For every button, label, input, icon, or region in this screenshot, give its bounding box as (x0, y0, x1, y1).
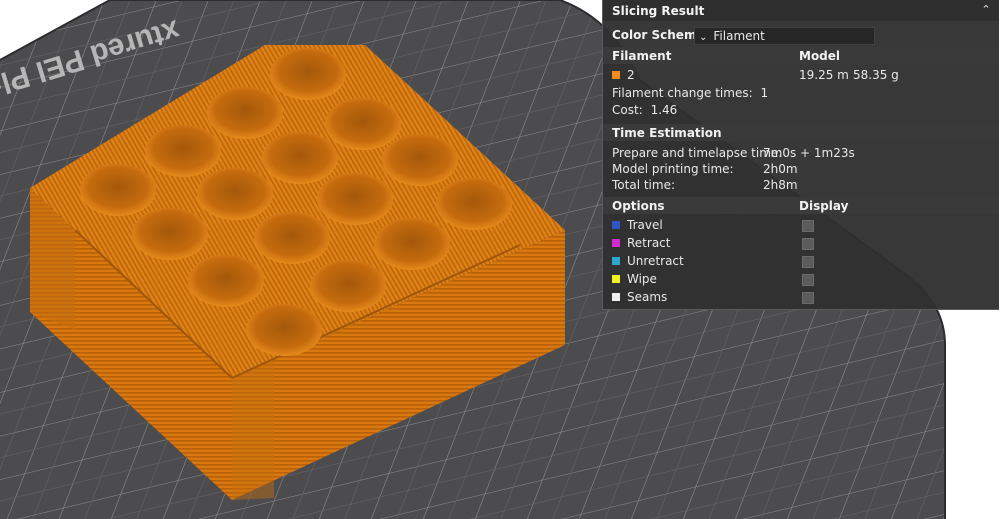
filament-length: 19.25 m (799, 68, 849, 82)
filament-weight: 58.35 g (853, 68, 899, 82)
prepare-time-label: Prepare and timelapse time: (612, 146, 783, 160)
3d-viewport[interactable]: xtured PEI Plate Slicing Result ⌃ Color … (0, 0, 1000, 519)
cost: Cost: 1.46 (612, 103, 677, 117)
total-time-label: Total time: (612, 178, 675, 192)
display-checkbox-wipe[interactable] (802, 274, 814, 286)
option-color-swatch (612, 256, 620, 265)
cost-value: 1.46 (650, 103, 678, 117)
filament-change-times: Filament change times: 1 (612, 86, 768, 100)
option-seams: Seams (612, 290, 667, 304)
filament-id: 2 (627, 68, 635, 82)
filament-header: Filament (612, 49, 672, 63)
color-scheme-label: Color Scheme (612, 28, 705, 42)
display-header: Display (799, 199, 849, 213)
slicing-result-panel: Slicing Result ⌃ Color Scheme ⌄ Filament … (602, 0, 999, 310)
option-color-swatch (612, 292, 620, 301)
option-label: Seams (627, 290, 668, 304)
option-color-swatch (612, 238, 620, 247)
cost-label: Cost: (612, 103, 643, 117)
model-printing-time-label: Model printing time: (612, 162, 734, 176)
option-label: Travel (627, 218, 663, 232)
option-label: Wipe (627, 272, 657, 286)
total-time-value: 2h8m (763, 178, 798, 192)
model-printing-time-value: 2h0m (763, 162, 798, 176)
option-travel: Travel (612, 218, 663, 232)
option-label: Retract (627, 236, 671, 250)
chevron-down-icon: ⌄ (699, 32, 708, 43)
change-times-label: Filament change times: (612, 86, 753, 100)
display-checkbox-seams[interactable] (802, 292, 814, 304)
option-color-swatch (612, 220, 620, 229)
option-retract: Retract (612, 236, 670, 250)
options-header: Options (612, 199, 665, 213)
panel-title: Slicing Result (612, 4, 705, 18)
filament-color-swatch (612, 70, 620, 79)
filament-row: 2 (612, 68, 635, 82)
display-checkbox-travel[interactable] (802, 220, 814, 232)
double-chevron-up-icon[interactable]: ⌃ (979, 3, 993, 17)
prepare-time-value: 7m0s + 1m23s (763, 146, 855, 160)
option-label: Unretract (627, 254, 684, 268)
change-times-value: 1 (760, 86, 769, 100)
display-checkbox-unretract[interactable] (802, 256, 814, 268)
color-scheme-value: Filament (713, 29, 765, 43)
option-color-swatch (612, 274, 620, 283)
option-wipe: Wipe (612, 272, 657, 286)
option-unretract: Unretract (612, 254, 684, 268)
display-checkbox-retract[interactable] (802, 238, 814, 250)
model-header: Model (799, 49, 841, 63)
color-scheme-select[interactable]: ⌄ Filament (694, 27, 875, 45)
time-estimation-header: Time Estimation (612, 126, 722, 140)
